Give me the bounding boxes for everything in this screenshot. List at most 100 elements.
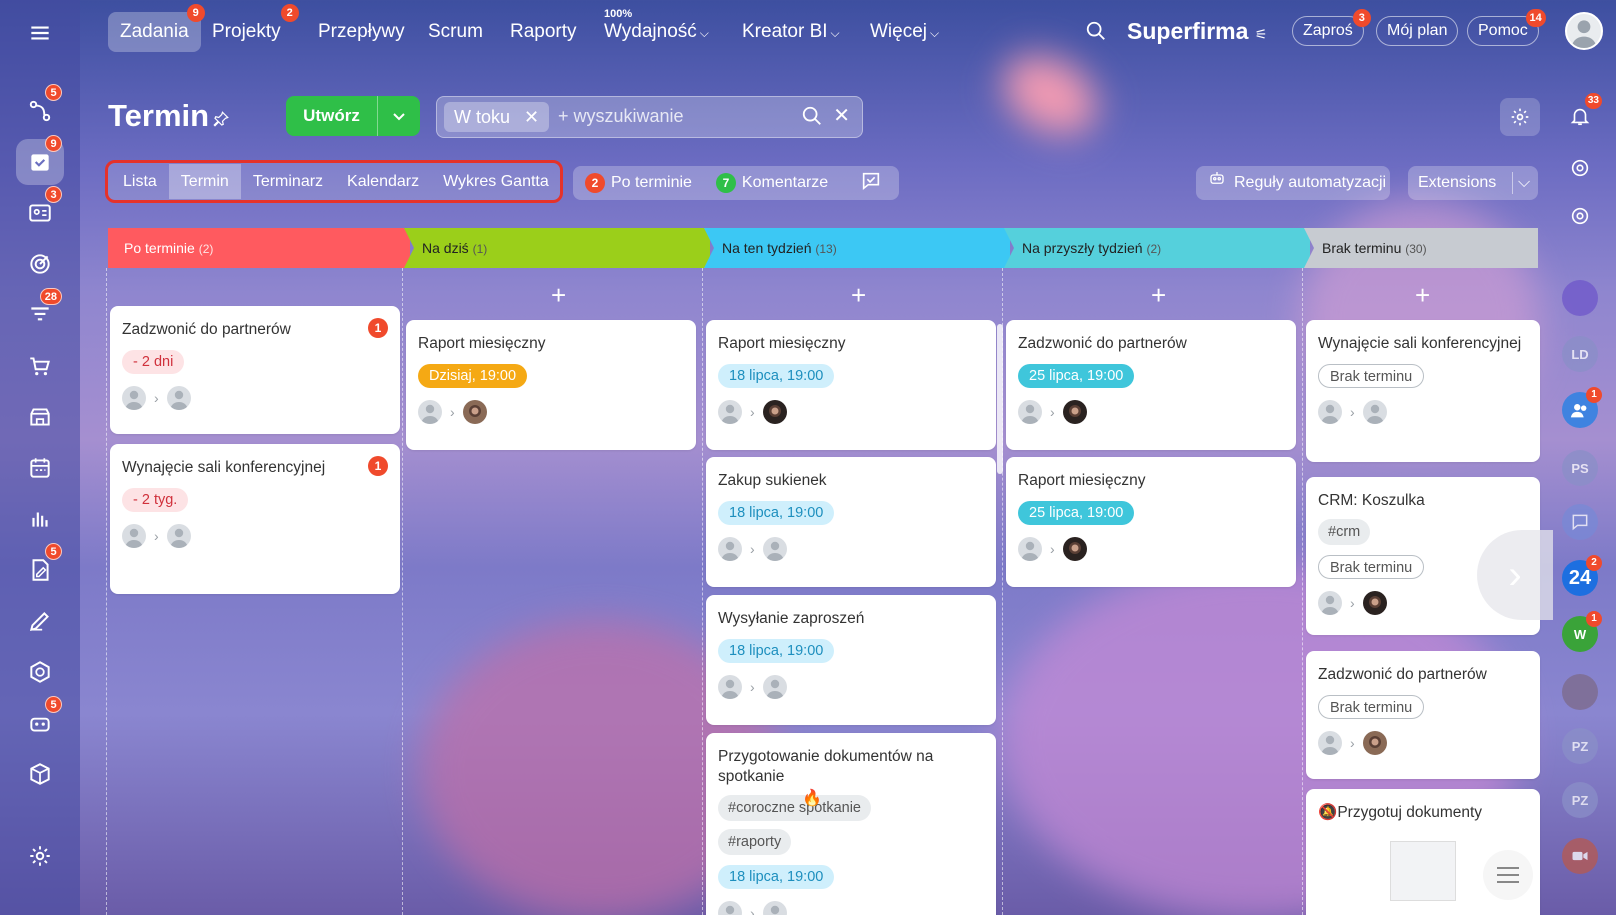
creator-avatar[interactable] xyxy=(122,524,146,548)
chat-check-icon[interactable] xyxy=(860,170,882,197)
overdue-counter[interactable]: 2 Po terminie xyxy=(585,173,692,193)
chevron-down-icon[interactable] xyxy=(378,96,420,136)
deadline-badge[interactable]: Brak terminu xyxy=(1318,555,1425,579)
deadline-badge[interactable]: 18 lipca, 19:00 xyxy=(718,501,835,525)
nav-efficiency[interactable]: 100% Wydajność ⌵ xyxy=(592,8,721,52)
tab-calendar[interactable]: Kalendarz xyxy=(335,164,431,199)
nav-reports[interactable]: Raporty xyxy=(498,12,589,52)
assignee-avatar[interactable] xyxy=(1062,537,1087,561)
bitrix24-icon[interactable]: 24 2 xyxy=(1562,555,1602,596)
nav-workflows[interactable]: Przepływy xyxy=(306,12,417,52)
sidebar-item-hexagon[interactable] xyxy=(16,649,64,695)
add-task-button[interactable]: + xyxy=(851,282,866,308)
bell-icon[interactable]: 33 xyxy=(1562,93,1602,134)
tab-gantt[interactable]: Wykres Gantta xyxy=(431,164,561,199)
avatar-purple[interactable] xyxy=(1562,280,1598,316)
creator-avatar[interactable] xyxy=(1318,400,1342,424)
deadline-badge[interactable]: 18 lipca, 19:00 xyxy=(718,865,835,889)
creator-avatar[interactable] xyxy=(718,400,742,424)
avatar-w[interactable]: W1 xyxy=(1562,611,1602,652)
creator-avatar[interactable] xyxy=(1318,591,1342,615)
invite-button[interactable]: Zaproś 3 xyxy=(1292,9,1371,46)
deadline-badge[interactable]: 25 lipca, 19:00 xyxy=(1018,364,1135,388)
chevron-down-icon[interactable]: ⌵ xyxy=(1518,166,1530,200)
sidebar-item-target[interactable] xyxy=(16,241,64,287)
nav-bi-builder[interactable]: Kreator BI ⌵ xyxy=(730,12,852,52)
assignee-avatar[interactable] xyxy=(762,901,787,915)
deadline-badge[interactable]: - 2 tyg. xyxy=(122,488,189,512)
add-task-button[interactable]: + xyxy=(551,282,566,308)
task-card[interactable]: Wynajęcie sali konferencyjnej 1 - 2 tyg. › xyxy=(110,444,400,594)
deadline-badge[interactable]: 25 lipca, 19:00 xyxy=(1018,501,1135,525)
nav-scrum[interactable]: Scrum xyxy=(416,12,495,52)
assignee-avatar[interactable] xyxy=(1362,400,1387,424)
create-button[interactable]: Utwórz xyxy=(286,96,420,136)
search-chat-icon[interactable] xyxy=(1562,198,1598,234)
creator-avatar[interactable] xyxy=(1318,731,1342,755)
add-task-button[interactable]: + xyxy=(1151,282,1166,308)
search-icon[interactable] xyxy=(801,105,823,132)
creator-avatar[interactable] xyxy=(718,537,742,561)
automation-rules-button[interactable]: Reguły automatyzacji xyxy=(1196,166,1390,200)
sidebar-item-pen[interactable] xyxy=(16,598,64,644)
target-circle-icon[interactable] xyxy=(1562,150,1598,186)
clear-icon[interactable]: ✕ xyxy=(833,105,850,132)
avatar-pz2[interactable]: PZ xyxy=(1562,782,1598,818)
task-card[interactable]: Raport miesięczny 18 lipca, 19:00 › xyxy=(706,320,996,450)
task-tag[interactable]: #raporty xyxy=(718,829,792,855)
group-icon[interactable]: 1 xyxy=(1562,387,1602,428)
sidebar-item-flow[interactable]: 5 xyxy=(16,84,64,134)
column-header-overdue[interactable]: Po terminie (2) xyxy=(108,228,410,268)
task-tag[interactable]: #coroczne spotkanie xyxy=(718,795,871,821)
deadline-badge[interactable]: Dzisiaj, 19:00 xyxy=(418,364,528,388)
help-button[interactable]: Pomoc 14 xyxy=(1467,9,1546,46)
column-header-next-week[interactable]: Na przyszły tydzień (2) xyxy=(1004,228,1310,268)
task-tag[interactable]: #crm xyxy=(1318,519,1371,545)
deadline-badge[interactable]: Brak terminu xyxy=(1318,364,1425,388)
scrollbar[interactable] xyxy=(997,324,1003,474)
task-card[interactable]: Przygotowanie dokumentów na spotkanie 🔥 #c… xyxy=(706,733,996,915)
assignee-avatar[interactable] xyxy=(166,386,191,410)
avatar-ps[interactable]: PS xyxy=(1562,450,1598,486)
creator-avatar[interactable] xyxy=(1018,537,1042,561)
column-header-today[interactable]: Na dziś (1) xyxy=(404,228,710,268)
sidebar-item-robot[interactable]: 5 xyxy=(16,696,64,746)
tab-planner[interactable]: Terminarz xyxy=(241,164,335,199)
tab-deadline[interactable]: Termin xyxy=(168,164,241,199)
sidebar-item-cart[interactable] xyxy=(16,343,64,389)
video-icon[interactable] xyxy=(1562,838,1598,874)
sidebar-item-funnel[interactable]: 28 xyxy=(16,288,64,338)
search-filter-box[interactable]: W toku ✕ + wyszukiwanie ✕ xyxy=(436,96,863,138)
sidebar-item-menu[interactable] xyxy=(16,10,64,56)
assignee-avatar[interactable] xyxy=(762,400,787,424)
task-card[interactable]: Zadzwonić do partnerów Brak terminu › xyxy=(1306,651,1540,779)
tab-list[interactable]: Lista xyxy=(111,164,169,199)
assignee-avatar[interactable] xyxy=(1362,591,1387,615)
creator-avatar[interactable] xyxy=(418,400,442,424)
deadline-badge[interactable]: - 2 dni xyxy=(122,350,185,374)
my-plan-button[interactable]: Mój plan xyxy=(1376,16,1459,46)
sidebar-item-document-sign[interactable]: 5 xyxy=(16,543,64,593)
company-brand[interactable]: Superfirma ⚟ xyxy=(1127,18,1267,45)
filter-chip[interactable]: W toku ✕ xyxy=(444,102,550,132)
assignee-avatar[interactable] xyxy=(462,400,487,424)
task-card[interactable]: Raport miesięczny 25 lipca, 19:00 › xyxy=(1006,457,1296,587)
assignee-avatar[interactable] xyxy=(166,524,191,548)
pin-icon[interactable] xyxy=(212,110,232,130)
assignee-avatar[interactable] xyxy=(1362,731,1387,755)
assignee-avatar[interactable] xyxy=(1062,400,1087,424)
avatar-photo[interactable] xyxy=(1562,674,1598,710)
sidebar-item-contact-card[interactable]: 3 xyxy=(16,186,64,236)
task-card[interactable]: Zadzwonić do partnerów 25 lipca, 19:00 › xyxy=(1006,320,1296,450)
comments-counter[interactable]: 7 Komentarze xyxy=(715,173,828,193)
task-card[interactable]: Zakup sukienek 18 lipca, 19:00 › xyxy=(706,457,996,587)
avatar-ld[interactable]: LD xyxy=(1562,336,1598,372)
search-input[interactable]: + wyszukiwanie xyxy=(558,106,684,127)
column-header-this-week[interactable]: Na ten tydzień (13) xyxy=(704,228,1010,268)
deadline-badge[interactable]: 18 lipca, 19:00 xyxy=(718,639,835,663)
settings-button[interactable] xyxy=(1500,98,1540,136)
close-icon[interactable]: ✕ xyxy=(524,102,539,132)
creator-avatar[interactable] xyxy=(122,386,146,410)
nav-more[interactable]: Więcej ⌵ xyxy=(858,12,951,52)
deadline-badge[interactable]: 18 lipca, 19:00 xyxy=(718,364,835,388)
